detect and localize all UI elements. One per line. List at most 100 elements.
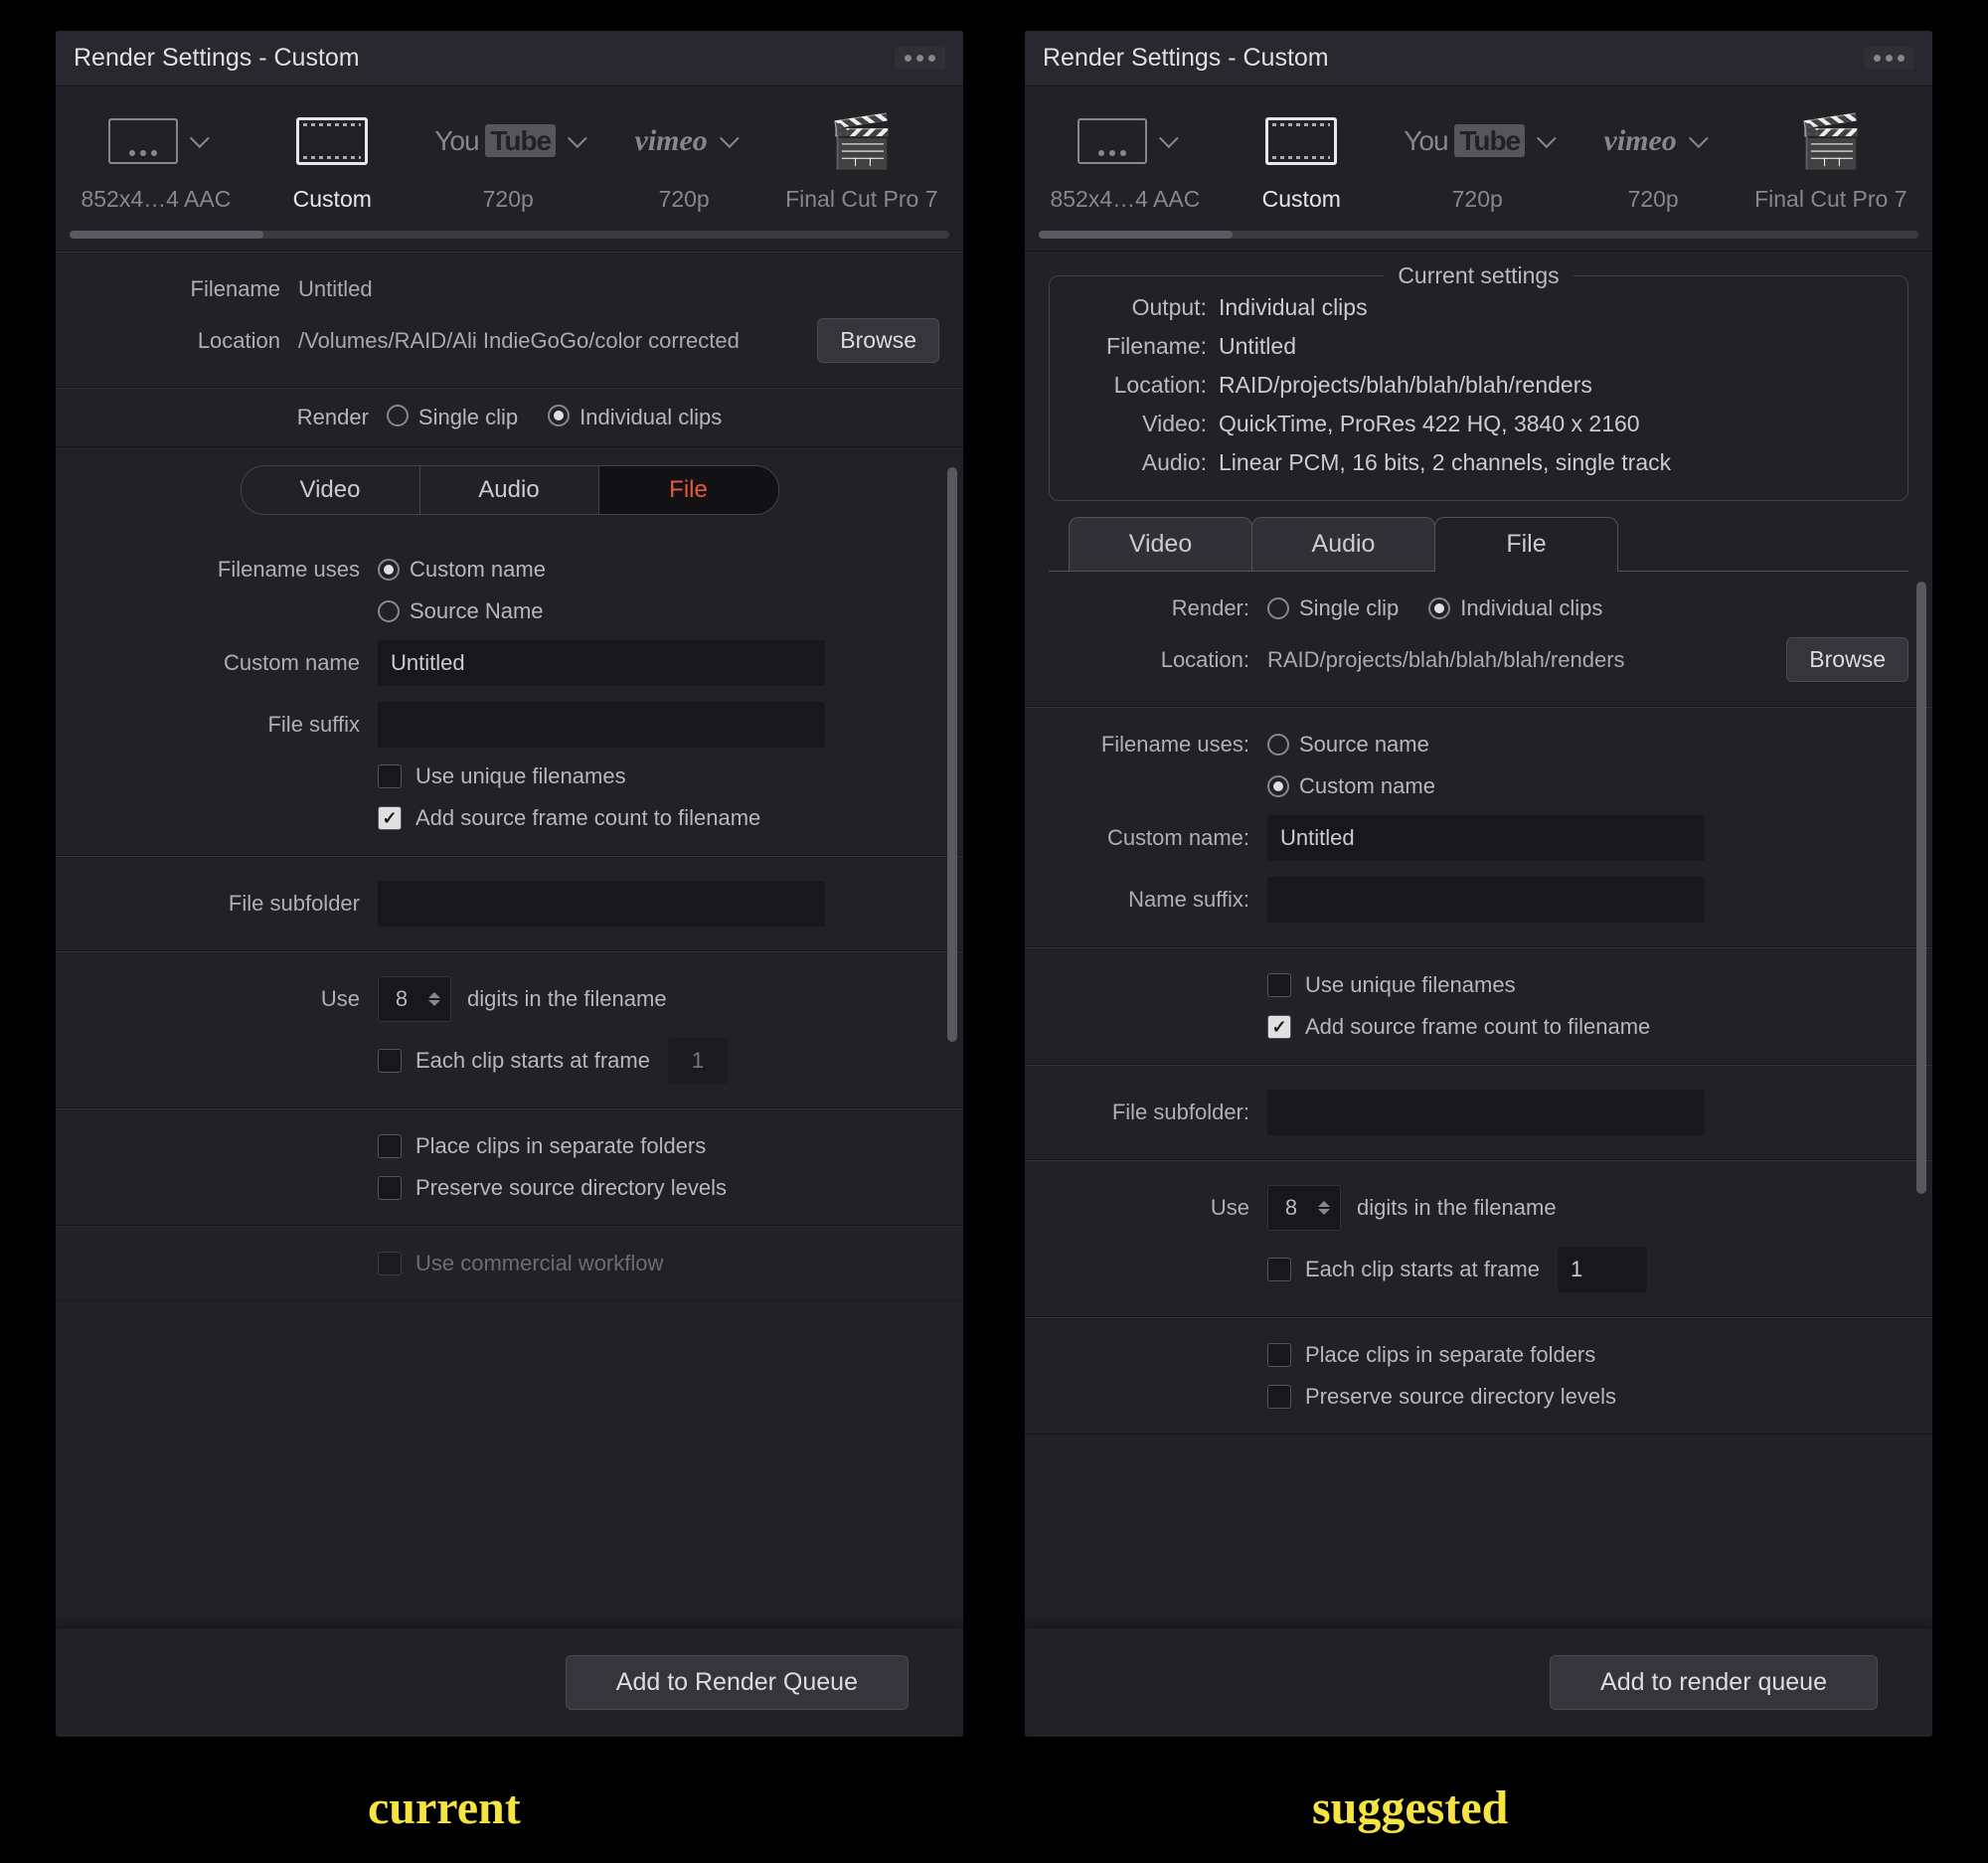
location-label: Location:	[1049, 647, 1267, 673]
clapper-icon: 🎬	[829, 111, 894, 172]
preset-fcp7[interactable]: 🎬 Final Cut Pro 7	[785, 114, 937, 213]
location-value: RAID/projects/blah/blah/blah/renders	[1267, 647, 1725, 673]
location-value: /Volumes/RAID/Ali IndieGoGo/color correc…	[298, 328, 775, 354]
radio-single-clip[interactable]	[1267, 597, 1289, 619]
use-label: Use	[1049, 1195, 1267, 1221]
file-subfolder-input[interactable]	[378, 881, 825, 927]
folders-section: Place clips in separate folders Preserve…	[1025, 1317, 1932, 1435]
name-suffix-input[interactable]	[1267, 877, 1705, 923]
digits-section: Use 8 digits in the filename Each clip s…	[56, 951, 963, 1108]
subfolder-section: File subfolder	[56, 856, 963, 951]
digits-section: Use 8 digits in the filename Each clip s…	[1025, 1160, 1932, 1317]
preset-youtube[interactable]: You Tube 720p	[1403, 114, 1552, 213]
preset-aac[interactable]: 852x4…4 AAC	[1050, 114, 1200, 213]
check-unique-filenames[interactable]	[1267, 973, 1291, 997]
check-preserve-dirs[interactable]	[1267, 1385, 1291, 1409]
browse-button[interactable]: Browse	[817, 318, 939, 363]
radio-individual-clips[interactable]	[1428, 597, 1450, 619]
radio-source-name[interactable]	[378, 600, 400, 622]
youtube-icon: You Tube	[434, 125, 556, 157]
check-each-clip[interactable]	[1267, 1258, 1291, 1281]
radio-single-clip[interactable]	[387, 405, 409, 426]
preset-vimeo[interactable]: vimeo 720p	[1578, 114, 1728, 213]
commercial-section: Use commercial workflow	[56, 1226, 963, 1301]
filename-uses-label: Filename uses	[80, 557, 378, 583]
check-unique-filenames[interactable]	[378, 764, 402, 788]
window-title: Render Settings - Custom	[74, 44, 360, 73]
radio-custom-name[interactable]	[378, 559, 400, 581]
preset-vimeo[interactable]: vimeo 720p	[609, 114, 758, 213]
tab-file[interactable]: File	[1434, 517, 1618, 571]
digits-stepper[interactable]: 8	[378, 976, 451, 1022]
tabs-section: Video Audio File	[56, 447, 963, 533]
panel-current: Render Settings - Custom 852x4…4 AAC Cus…	[55, 30, 964, 1738]
caption-suggested: suggested	[1312, 1780, 1508, 1835]
tab-file[interactable]: File	[599, 466, 778, 514]
radio-source-name[interactable]	[1267, 734, 1289, 756]
name-suffix-label: Name suffix:	[1049, 887, 1267, 913]
panel-menu-button[interactable]	[1864, 47, 1914, 70]
filmstrip-icon	[296, 117, 368, 165]
start-frame-input[interactable]	[668, 1038, 728, 1084]
preset-aac[interactable]: 852x4…4 AAC	[81, 114, 231, 213]
custom-name-label: Custom name:	[1049, 825, 1267, 851]
presets-scrollbar[interactable]	[70, 231, 949, 239]
filename-section: Filename uses: Source name Custom name C…	[1025, 707, 1932, 947]
browse-button[interactable]: Browse	[1786, 637, 1908, 682]
tab-video[interactable]: Video	[1069, 517, 1252, 571]
vimeo-icon: vimeo	[1604, 124, 1677, 158]
vertical-scrollbar[interactable]	[947, 467, 957, 1511]
preset-fcp7[interactable]: 🎬 Final Cut Pro 7	[1754, 114, 1906, 213]
clapper-icon: 🎬	[1798, 111, 1863, 172]
use-label: Use	[80, 986, 378, 1012]
folder-icon	[1077, 118, 1147, 164]
file-subfolder-label: File subfolder:	[1049, 1100, 1267, 1125]
check-preserve-dirs[interactable]	[378, 1176, 402, 1200]
folders-section: Place clips in separate folders Preserve…	[56, 1108, 963, 1226]
check-add-frame-count[interactable]	[1267, 1015, 1291, 1039]
youtube-icon: You Tube	[1404, 125, 1525, 157]
check-each-clip[interactable]	[378, 1049, 402, 1073]
titlebar: Render Settings - Custom	[1025, 31, 1932, 86]
custom-name-input[interactable]	[378, 640, 825, 686]
window-title: Render Settings - Custom	[1043, 44, 1329, 73]
folder-icon	[108, 118, 178, 164]
filmstrip-icon	[1265, 117, 1337, 165]
tab-audio[interactable]: Audio	[420, 466, 599, 514]
digits-stepper[interactable]: 8	[1267, 1185, 1341, 1231]
radio-custom-name[interactable]	[1267, 775, 1289, 797]
tab-video[interactable]: Video	[242, 466, 420, 514]
check-commercial[interactable]	[378, 1252, 402, 1275]
preset-custom[interactable]: Custom	[257, 114, 407, 213]
vimeo-icon: vimeo	[635, 124, 708, 158]
cs-output: Individual clips	[1219, 294, 1368, 321]
presets-scrollbar[interactable]	[1039, 231, 1918, 239]
preset-custom[interactable]: Custom	[1227, 114, 1376, 213]
presets-row: 852x4…4 AAC Custom You Tube 720p vimeo 7…	[56, 86, 963, 252]
file-location-section: Filename Untitled Location /Volumes/RAID…	[56, 252, 963, 388]
preset-youtube[interactable]: You Tube 720p	[433, 114, 582, 213]
tabs-section: Video Audio File	[1025, 517, 1932, 572]
subfolder-section: File subfolder:	[1025, 1065, 1932, 1160]
panel-menu-button[interactable]	[895, 47, 945, 70]
render-label: Render:	[1049, 595, 1267, 621]
check-separate-folders[interactable]	[378, 1134, 402, 1158]
file-subfolder-input[interactable]	[1267, 1090, 1705, 1135]
file-suffix-input[interactable]	[378, 702, 825, 748]
tab-audio[interactable]: Audio	[1251, 517, 1435, 571]
add-to-queue-button[interactable]: Add to Render Queue	[566, 1655, 909, 1710]
filename-uses-label: Filename uses:	[1049, 732, 1267, 758]
custom-name-input[interactable]	[1267, 815, 1705, 861]
filename-options-section: Use unique filenames Add source frame co…	[1025, 947, 1932, 1065]
add-to-queue-button[interactable]: Add to render queue	[1550, 1655, 1878, 1710]
check-separate-folders[interactable]	[1267, 1343, 1291, 1367]
titlebar: Render Settings - Custom	[56, 31, 963, 86]
custom-name-label: Custom name	[80, 650, 378, 676]
cs-audio: Linear PCM, 16 bits, 2 channels, single …	[1219, 449, 1671, 476]
radio-individual-clips[interactable]	[548, 405, 570, 426]
caption-current: current	[368, 1780, 521, 1835]
start-frame-input[interactable]	[1558, 1247, 1647, 1292]
cs-filename: Untitled	[1219, 333, 1296, 360]
vertical-scrollbar[interactable]	[1916, 582, 1926, 1456]
check-add-frame-count[interactable]	[378, 806, 402, 830]
